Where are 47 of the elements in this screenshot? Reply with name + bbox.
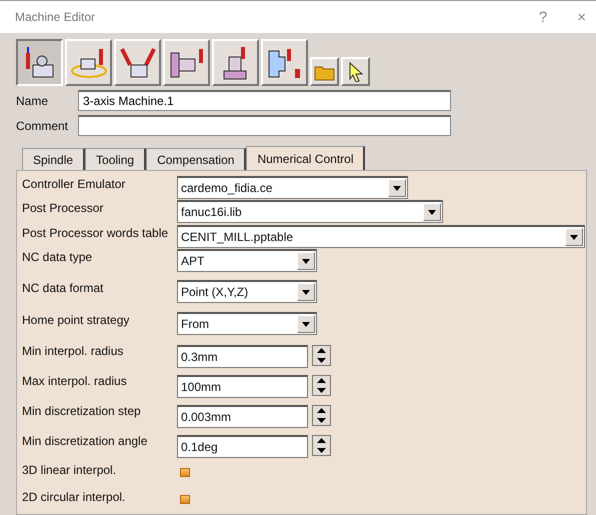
window-title: Machine Editor <box>15 10 96 24</box>
field-label: NC data format <box>22 280 104 295</box>
dropdown[interactable]: APT <box>177 249 317 272</box>
close-button[interactable]: × <box>577 8 586 26</box>
dropdown[interactable]: CENIT_MILL.pptable <box>177 225 585 248</box>
field-label: Comment <box>16 118 70 132</box>
dropdown-arrow-icon <box>302 258 310 264</box>
field-label: Post Processor <box>22 200 104 215</box>
dropdown[interactable]: From <box>177 312 317 335</box>
spin-buttons[interactable] <box>312 435 331 456</box>
field-label: Min discretization step <box>22 403 142 418</box>
tab[interactable]: Spindle <box>22 148 86 170</box>
checkbox[interactable] <box>180 495 190 504</box>
spin-buttons[interactable] <box>312 375 331 396</box>
field-label: Min discretization angle <box>22 433 148 448</box>
field-label: Name <box>16 94 50 108</box>
dropdown[interactable]: Point (X,Y,Z) <box>177 280 317 303</box>
field-label: Controller Emulator <box>22 176 126 191</box>
spinner-field[interactable]: 0.1deg <box>177 435 308 458</box>
dropdown[interactable]: fanuc16i.lib <box>177 200 443 223</box>
spinner-field[interactable]: 100mm <box>177 375 308 398</box>
field-label: Min interpol. radius <box>22 343 124 358</box>
spin-buttons[interactable] <box>312 345 331 366</box>
checkbox[interactable] <box>180 468 190 477</box>
tab[interactable]: Numerical Control <box>246 146 366 170</box>
tab[interactable]: Tooling <box>85 148 146 170</box>
spinner-field[interactable]: 0.3mm <box>177 345 308 368</box>
spinner-field[interactable]: 0.003mm <box>177 405 308 428</box>
cursor-icon <box>348 62 364 82</box>
field-label: Home point strategy <box>22 312 130 327</box>
field-label: 3D linear interpol. <box>22 462 118 477</box>
dropdown-arrow-icon <box>302 322 310 326</box>
dropdown-arrow-icon <box>570 234 578 240</box>
field-label: 2D circular interpol. <box>22 489 126 504</box>
dropdown-arrow-icon <box>302 290 310 294</box>
tab[interactable]: Compensation <box>146 148 246 170</box>
dropdown[interactable]: cardemo_fidia.ce <box>177 176 408 199</box>
help-button[interactable]: ? <box>538 8 548 26</box>
dropdown-arrow-icon <box>428 210 436 214</box>
comment-field[interactable] <box>78 115 451 136</box>
toolbar-button[interactable] <box>16 39 63 86</box>
spin-buttons[interactable] <box>312 405 331 426</box>
dropdown-arrow-icon <box>393 186 401 190</box>
name-field[interactable]: 3-axis Machine.1 <box>78 90 451 111</box>
field-label: NC data type <box>22 249 94 264</box>
field-label: Post Processor words table <box>22 225 170 240</box>
field-label: Max interpol. radius <box>22 373 128 388</box>
